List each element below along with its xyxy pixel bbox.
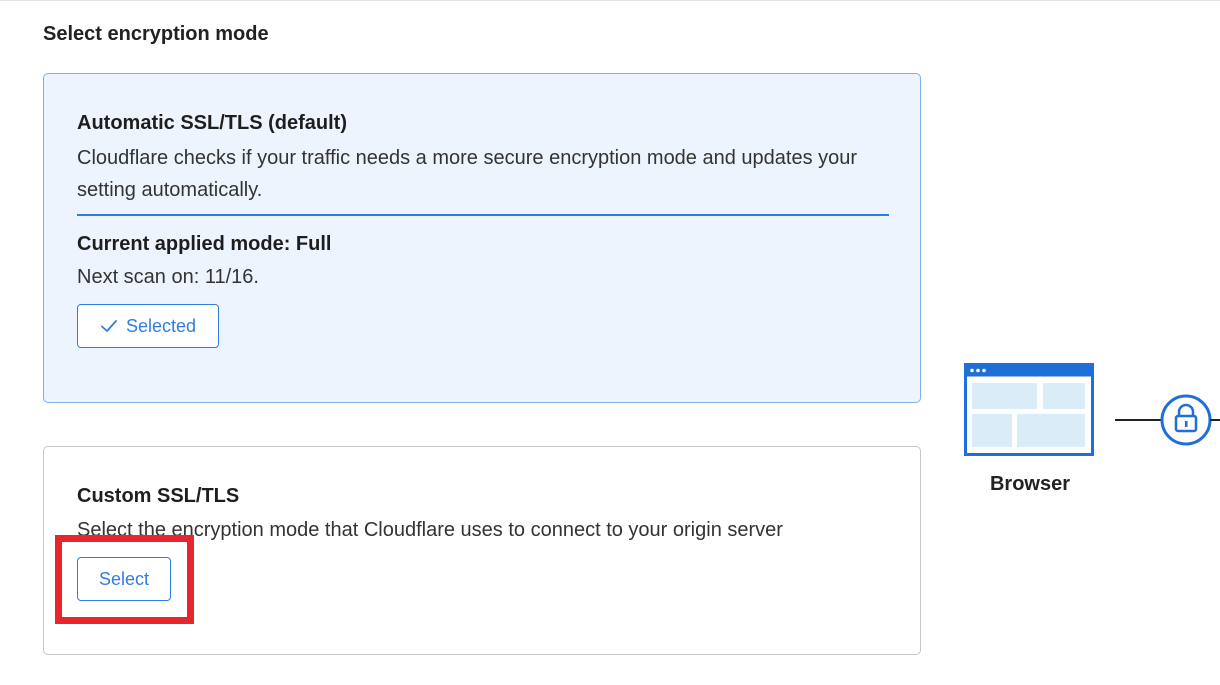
- custom-ssl-title: Custom SSL/TLS: [77, 485, 240, 507]
- select-button[interactable]: Select: [77, 557, 171, 601]
- selected-button-label: Selected: [125, 315, 197, 336]
- lock-icon: [1115, 394, 1220, 446]
- custom-ssl-description: Select the encryption mode that Cloudfla…: [77, 519, 783, 541]
- encryption-settings-page: Select encryption mode Automatic SSL/TLS…: [0, 0, 1220, 685]
- current-mode-label: Current applied mode: Full: [77, 233, 332, 255]
- divider: [77, 214, 889, 216]
- automatic-ssl-description: Cloudflare checks if your traffic needs …: [77, 147, 858, 201]
- select-button-label: Select: [98, 568, 150, 589]
- browser-label: Browser: [989, 473, 1071, 495]
- automatic-ssl-title: Automatic SSL/TLS (default): [77, 112, 347, 134]
- next-scan-text: Next scan on: 11/16.: [77, 266, 259, 288]
- check-icon: [101, 320, 117, 332]
- selected-button[interactable]: Selected: [77, 304, 219, 348]
- browser-window-icon: [964, 363, 1094, 456]
- custom-ssl-card[interactable]: Custom SSL/TLS Select the encryption mod…: [43, 446, 921, 655]
- section-title: Select encryption mode: [43, 23, 269, 45]
- automatic-ssl-card[interactable]: Automatic SSL/TLS (default) Cloudflare c…: [43, 73, 921, 403]
